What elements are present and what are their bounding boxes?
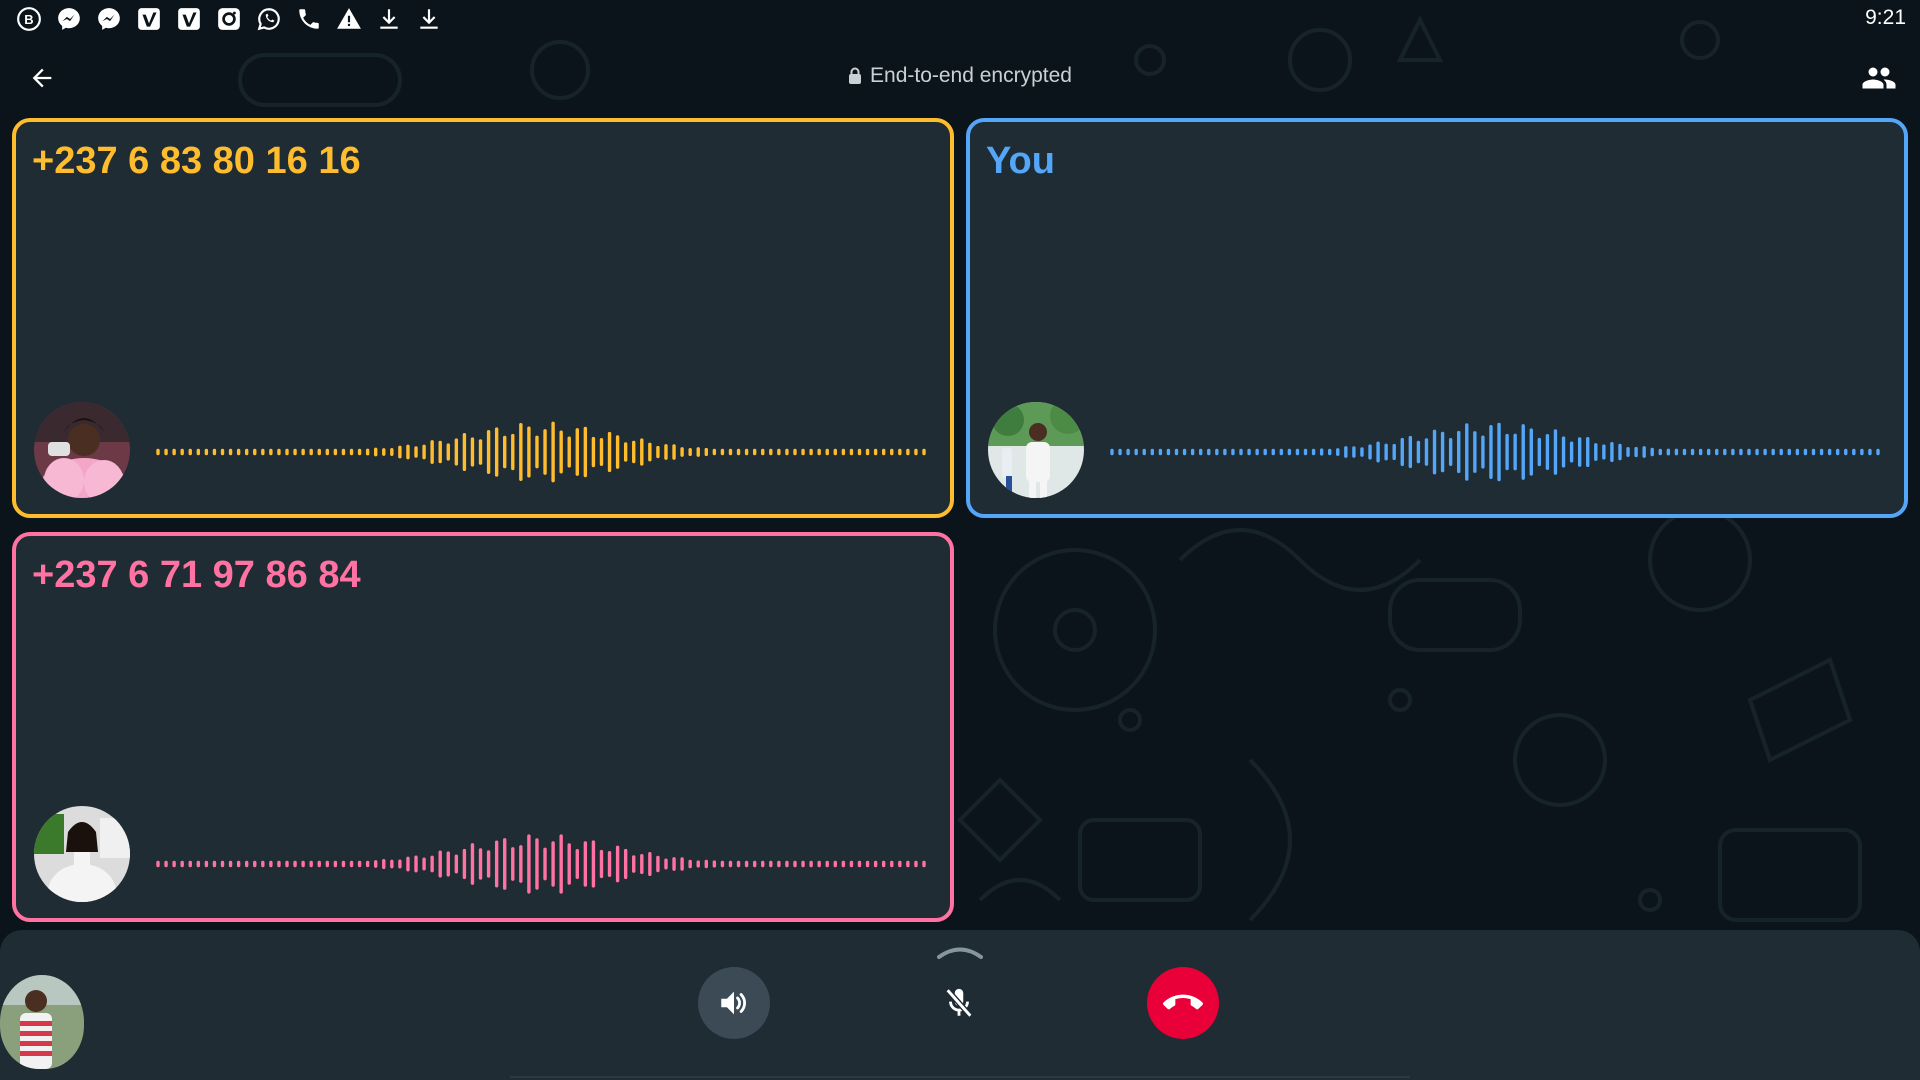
vimeo-icon: [174, 4, 204, 34]
lock-icon: [848, 66, 862, 90]
self-avatar: [0, 975, 84, 1069]
participant-tile[interactable]: You: [966, 118, 1908, 518]
vimeo-icon: [134, 4, 164, 34]
encryption-notice: End-to-end encrypted: [0, 64, 1920, 90]
end-call-button[interactable]: [1147, 967, 1219, 1039]
encryption-text: End-to-end encrypted: [870, 64, 1072, 87]
participant-tile[interactable]: +237 6 83 80 16 16: [12, 118, 954, 518]
camera-app-icon: [214, 4, 244, 34]
participants-button[interactable]: [1856, 58, 1902, 98]
people-icon: [1862, 67, 1896, 89]
participant-name: +237 6 83 80 16 16: [32, 140, 361, 182]
status-bar: B 9:21: [0, 0, 1920, 40]
participant-avatar: [988, 402, 1084, 498]
messenger-icon: [54, 4, 84, 34]
speaker-button[interactable]: [698, 967, 770, 1039]
participant-avatar: [34, 806, 130, 902]
phone-icon: [294, 4, 324, 34]
bixby-icon: B: [14, 4, 44, 34]
download-icon: [374, 4, 404, 34]
audio-waveform: [1110, 422, 1880, 482]
mic-off-icon: [945, 988, 973, 1018]
participant-tile[interactable]: +237 6 71 97 86 84: [12, 532, 954, 922]
chevron-up-icon[interactable]: [935, 944, 985, 960]
call-end-icon: [1163, 994, 1203, 1010]
audio-waveform: [156, 834, 926, 894]
participant-avatar: [34, 402, 130, 498]
warning-icon: [334, 4, 364, 34]
speaker-icon: [721, 991, 746, 1015]
download-icon: [414, 4, 444, 34]
status-time: 9:21: [1865, 6, 1906, 29]
participant-name: +237 6 71 97 86 84: [32, 554, 361, 596]
messenger-icon: [94, 4, 124, 34]
mute-button[interactable]: [923, 967, 995, 1039]
audio-waveform: [156, 421, 926, 483]
whatsapp-icon: [254, 4, 284, 34]
notification-icons: B: [14, 4, 444, 34]
participant-name: You: [986, 140, 1055, 182]
divider: [510, 1076, 1410, 1078]
svg-text:B: B: [24, 12, 33, 27]
